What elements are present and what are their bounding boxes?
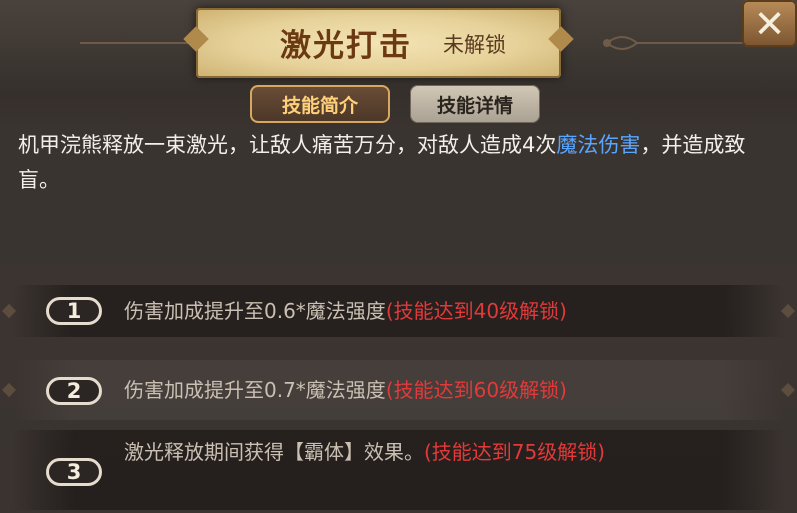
- upgrade-number-badge: 2: [46, 377, 102, 405]
- header-banner: 激光打击 未解锁: [0, 0, 797, 95]
- unlock-condition: (技能达到60级解锁): [385, 378, 567, 402]
- tab-skill-detail[interactable]: 技能详情: [410, 85, 540, 123]
- right-ornament-icon: [603, 36, 757, 50]
- upgrade-row-2: 2 伤害加成提升至0.7*魔法强度(技能达到60级解锁): [0, 360, 797, 420]
- magic-damage-keyword[interactable]: 魔法伤害: [556, 133, 640, 157]
- upgrade-text: 激光释放期间获得【霸体】效果。(技能达到75级解锁): [124, 435, 764, 469]
- upgrade-text: 伤害加成提升至0.6*魔法强度(技能达到40级解锁): [124, 294, 774, 328]
- upgrade-number-badge: 3: [46, 458, 102, 486]
- unlock-condition: (技能达到40级解锁): [385, 299, 567, 323]
- tab-skill-intro[interactable]: 技能简介: [250, 85, 390, 123]
- lock-status: 未解锁: [443, 33, 506, 57]
- skill-name: 激光打击: [280, 28, 412, 64]
- skill-info-panel: 激光打击 未解锁 ✕ 技能简介 技能详情 机甲浣熊释放一束激光，让敌人痛苦万分，…: [0, 0, 797, 513]
- upgrade-row-3: 3 激光释放期间获得【霸体】效果。(技能达到75级解锁): [0, 430, 797, 510]
- upgrade-effect: 伤害加成提升至0.7*魔法强度: [124, 378, 386, 402]
- close-icon: ✕: [753, 1, 786, 46]
- close-button[interactable]: ✕: [742, 0, 797, 47]
- upgrade-effect: 激光释放期间获得【霸体】效果。: [124, 440, 424, 464]
- upgrade-text: 伤害加成提升至0.7*魔法强度(技能达到60级解锁): [124, 373, 774, 407]
- description-text: 机甲浣熊释放一束激光，让敌人痛苦万分，对敌人造成4次: [18, 133, 557, 157]
- upgrade-row-1: 1 伤害加成提升至0.6*魔法强度(技能达到40级解锁): [0, 285, 797, 337]
- upgrade-effect: 伤害加成提升至0.6*魔法强度: [124, 299, 386, 323]
- upgrade-number-badge: 1: [46, 297, 102, 325]
- unlock-condition: (技能达到75级解锁): [424, 440, 606, 464]
- skill-description: 机甲浣熊释放一束激光，让敌人痛苦万分，对敌人造成4次魔法伤害，并造成致盲。: [18, 128, 783, 198]
